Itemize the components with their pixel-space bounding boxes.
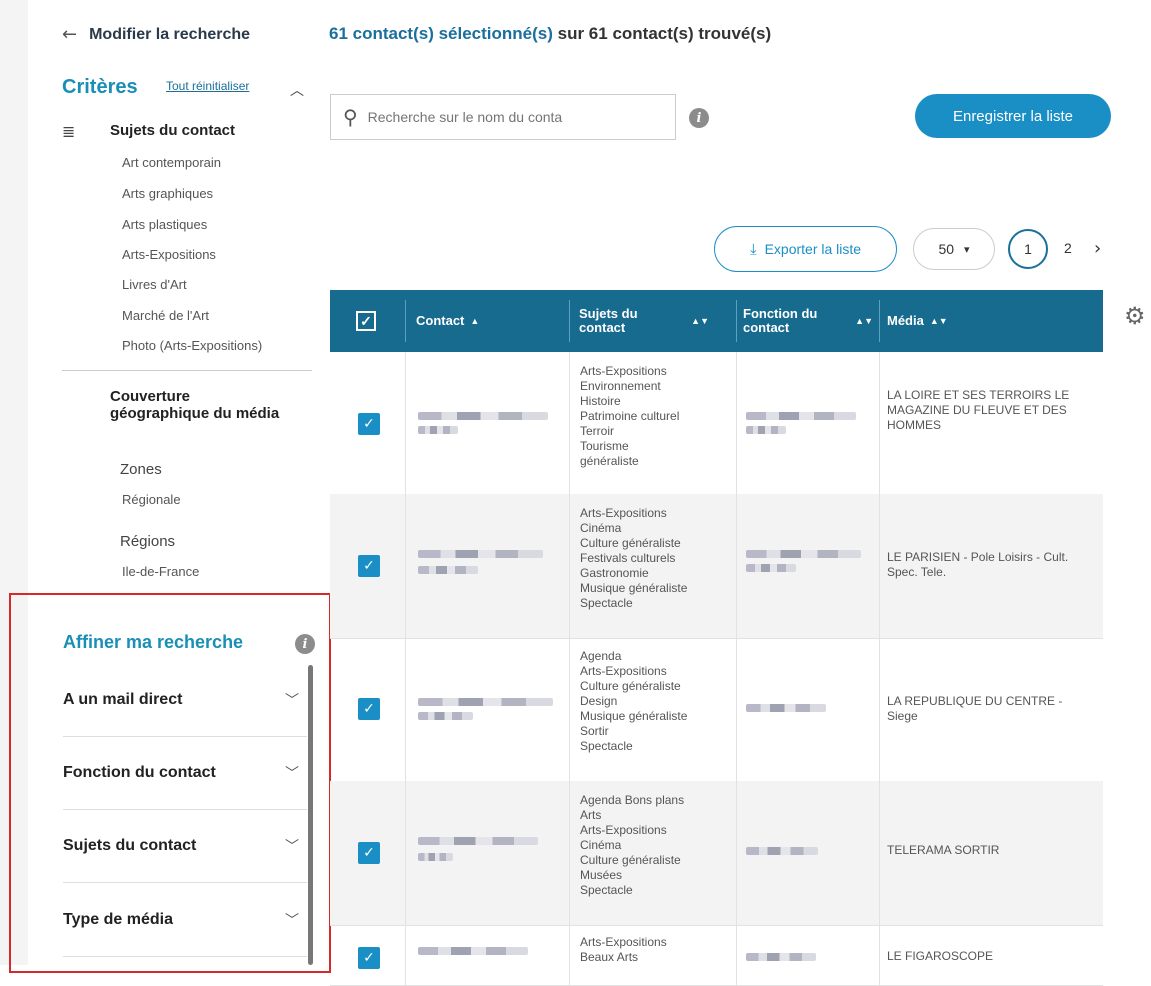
media-cell: LA REPUBLIQUE DU CENTRE - Siege [887,694,1063,723]
table-row[interactable]: ✓ Arts-Expositions Environnement Histoir… [330,352,1103,495]
zones-label: Zones [120,461,162,478]
chevron-down-icon: ﹀ [285,913,299,929]
table-header: ✓ Contact ▲ Sujets du contact ▲▼ Fonctio… [330,290,1103,352]
contact-name-blurred [418,412,548,494]
column-subjects-label: Sujets du contact [579,306,638,335]
coverage-heading: Couverture géographique du média [110,388,280,422]
page-size-value: 50 [938,241,955,257]
subject-item: Arts-Expositions [122,247,216,262]
contact-name-blurred [418,550,548,638]
media-cell: LE PARISIEN - Pole Loisirs - Cult. Spec.… [887,550,1069,579]
chevron-down-icon: ﹀ [285,693,299,709]
filter-direct-mail[interactable]: A un mail direct ﹀ [63,664,307,737]
sort-asc-icon: ▲ [470,316,480,326]
column-function[interactable]: Fonction du contact ▲▼ [743,290,873,352]
criteria-divider [62,370,312,371]
subject-item: Arts plastiques [122,217,208,232]
function-blurred [746,412,856,494]
row-checkbox[interactable]: ✓ [358,555,380,577]
gear-icon[interactable]: ⚙ [1124,302,1146,330]
search-info-icon[interactable]: i [689,108,709,128]
column-contact-label: Contact [416,313,465,328]
download-icon: ⤓ [749,240,757,258]
sort-icon: ▲▼ [855,316,873,326]
table-row[interactable]: ✓ Arts-Expositions Cinéma Culture généra… [330,494,1103,639]
table-row[interactable]: ✓ Agenda Bons plans Arts Arts-Exposition… [330,781,1103,926]
filter-label: A un mail direct [63,691,183,708]
subjects-heading: Sujets du contact [110,122,236,139]
filter-label: Fonction du contact [63,764,216,781]
filter-media-type[interactable]: Type de média ﹀ [63,884,307,957]
page-size-select[interactable]: 50 ▾ [913,228,995,270]
row-checkbox[interactable]: ✓ [358,842,380,864]
row-checkbox[interactable]: ✓ [358,947,380,969]
sort-icon: ▲▼ [929,316,948,326]
export-label: Exporter la liste [764,241,862,257]
column-subjects[interactable]: Sujets du contact ▲▼ [579,290,709,352]
media-cell: LA LOIRE ET SES TERROIRS LE MAGAZINE DU … [887,388,1070,432]
save-list-button[interactable]: Enregistrer la liste [915,94,1111,138]
contact-name-blurred [418,947,538,985]
found-count: sur 61 contact(s) trouvé(s) [552,24,772,43]
pagination-page-2[interactable]: 2 [1064,240,1072,256]
subjects-cell: Arts-Expositions Cinéma Culture générali… [580,506,688,610]
reset-all-link[interactable]: Tout réinitialiser [166,79,249,93]
subjects-cell: Agenda Bons plans Arts Arts-Expositions … [580,793,685,897]
select-all-checkbox[interactable]: ✓ [356,311,376,331]
contact-name-blurred [418,698,553,781]
row-checkbox[interactable]: ✓ [358,413,380,435]
refine-title: Affiner ma recherche [63,632,244,652]
function-blurred [746,704,826,781]
criteria-title: Critères [62,76,138,98]
subject-item: Marché de l'Art [122,308,210,323]
selection-count: 61 contact(s) sélectionné(s) sur 61 cont… [329,24,771,44]
media-cell: TELERAMA SORTIR [887,843,1000,857]
search-input[interactable] [365,108,660,126]
selected-count: 61 contact(s) sélectionné(s) [329,24,553,43]
filter-contact-subjects[interactable]: Sujets du contact ﹀ [63,810,307,883]
subject-item: Photo (Arts-Expositions) [122,338,263,353]
subject-item: Livres d'Art [122,277,187,292]
filter-label: Sujets du contact [63,837,197,854]
table-row[interactable]: ✓ Arts-Expositions Beaux Arts LE FIGAROS… [330,925,1103,986]
filter-label: Type de média [63,911,173,928]
column-contact[interactable]: Contact ▲ [416,290,479,352]
contact-search[interactable]: ⚲ [330,94,676,140]
chevron-up-icon[interactable]: ︿ [290,80,304,100]
chevron-down-icon: ▾ [964,243,970,256]
contact-name-blurred [418,837,548,925]
search-icon: ⚲ [343,105,358,129]
export-list-button[interactable]: ⤓ Exporter la liste [714,226,897,272]
sort-icon: ▲▼ [691,316,709,326]
media-cell: LE FIGAROSCOPE [887,949,994,963]
back-link[interactable]: ← Modifier la recherche [62,24,250,45]
list-icon: ≣ [62,122,76,141]
subjects-cell: Arts-Expositions Beaux Arts [580,935,667,964]
chevron-down-icon: ﹀ [285,766,299,782]
select-all-cell[interactable]: ✓ [356,290,376,352]
function-blurred [746,847,818,925]
pagination-current[interactable]: 1 [1008,229,1048,269]
column-function-label: Fonction du contact [743,306,818,335]
zones-value: Régionale [122,492,181,507]
filter-contact-function[interactable]: Fonction du contact ﹀ [63,737,307,810]
info-icon[interactable]: i [295,634,315,654]
subjects-cell: Arts-Expositions Environnement Histoire … [580,364,680,468]
subject-item: Art contemporain [122,155,221,170]
chevron-right-icon[interactable]: › [1094,238,1101,259]
subject-item: Arts graphiques [122,186,214,201]
column-media-label: Média [887,313,924,328]
column-media[interactable]: Média ▲▼ [887,290,948,352]
regions-value: Ile-de-France [122,564,200,579]
subjects-cell: Agenda Arts-Expositions Culture générali… [580,649,688,753]
function-blurred [746,953,816,985]
arrow-left-icon: ← [62,24,78,45]
chevron-down-icon: ﹀ [285,839,299,855]
refine-scrollbar[interactable] [308,665,313,965]
function-blurred [746,550,861,638]
back-link-label: Modifier la recherche [89,25,251,43]
regions-label: Régions [120,533,176,550]
row-checkbox[interactable]: ✓ [358,698,380,720]
table-row[interactable]: ✓ Agenda Arts-Expositions Culture généra… [330,638,1103,782]
